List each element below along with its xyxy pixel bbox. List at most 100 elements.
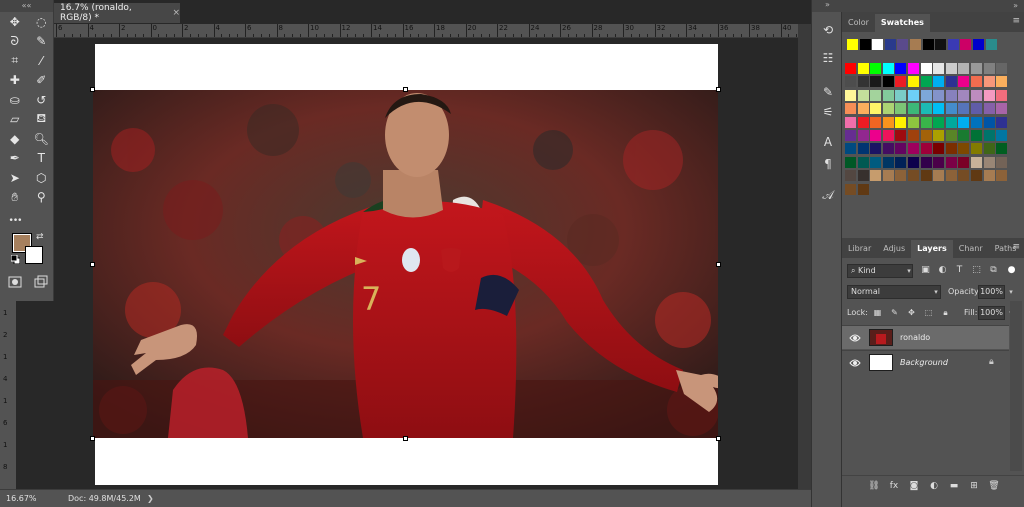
recent-swatch[interactable]: [859, 39, 871, 50]
swatch[interactable]: [996, 63, 1008, 74]
swatch[interactable]: [895, 63, 907, 74]
swatch[interactable]: [971, 89, 982, 101]
recent-swatch[interactable]: [910, 39, 921, 50]
lock-image-icon[interactable]: ✎: [889, 307, 900, 318]
swatch[interactable]: [920, 63, 932, 74]
lock-transparent-icon[interactable]: ▦: [872, 307, 883, 318]
swatch[interactable]: [895, 130, 907, 141]
swatch[interactable]: [996, 143, 1008, 155]
swatch[interactable]: [895, 156, 907, 168]
swatch[interactable]: [933, 63, 945, 74]
paint-bucket-tool-icon[interactable]: ⛾: [30, 110, 54, 129]
transform-handle[interactable]: [90, 87, 95, 92]
swatch[interactable]: [895, 89, 907, 101]
swatch[interactable]: [971, 156, 982, 168]
swatch[interactable]: [958, 76, 970, 88]
link-layers-icon[interactable]: ⛓: [868, 480, 880, 492]
document-tab[interactable]: 16.7% (ronaldo, RGB/8) * ×: [54, 3, 180, 23]
layer-name[interactable]: ronaldo: [900, 333, 930, 342]
adjustments-icon[interactable]: ⚟: [820, 104, 836, 120]
chevron-down-icon[interactable]: ▾: [1006, 285, 1016, 299]
tab-color[interactable]: Color: [842, 14, 875, 32]
swatch[interactable]: [895, 103, 907, 115]
swatch[interactable]: [920, 76, 932, 88]
eye-icon[interactable]: [849, 357, 861, 369]
swatch[interactable]: [857, 103, 869, 115]
swatch[interactable]: [958, 156, 970, 168]
swatch[interactable]: [845, 76, 856, 88]
swatch[interactable]: [870, 89, 882, 101]
swatch[interactable]: [920, 103, 932, 115]
status-menu-arrow-icon[interactable]: ❯: [143, 494, 154, 503]
swatch[interactable]: [882, 89, 894, 101]
lock-all-icon[interactable]: 🔒︎: [940, 307, 951, 318]
blend-mode-select[interactable]: Normal: [847, 285, 941, 299]
marquee-tool-icon[interactable]: ◌: [30, 12, 54, 31]
recent-swatch[interactable]: [897, 39, 909, 50]
ronaldo-image[interactable]: 7: [93, 90, 718, 438]
swatch[interactable]: [845, 183, 856, 195]
swatch[interactable]: [857, 143, 869, 155]
screen-mode-icon[interactable]: [30, 273, 54, 292]
filter-adjustment-icon[interactable]: ◐: [937, 265, 948, 276]
swatch[interactable]: [933, 89, 945, 101]
swatch[interactable]: [933, 76, 945, 88]
swatch[interactable]: [983, 89, 995, 101]
transform-handle[interactable]: [716, 262, 721, 267]
filter-toggle-icon[interactable]: ●: [1006, 265, 1017, 276]
swatch[interactable]: [945, 63, 957, 74]
quick-selection-tool-icon[interactable]: ✎: [30, 32, 54, 51]
layers-scrollbar[interactable]: [1010, 301, 1022, 471]
history-brush-tool-icon[interactable]: ↺: [30, 90, 54, 109]
swatch[interactable]: [908, 116, 919, 128]
swatch[interactable]: [882, 143, 894, 155]
swatch[interactable]: [983, 103, 995, 115]
swatch[interactable]: [870, 143, 882, 155]
shape-tool-icon[interactable]: ⬡: [30, 168, 54, 187]
blur-tool-icon[interactable]: ◆: [3, 129, 27, 148]
swatch[interactable]: [983, 130, 995, 141]
swatch[interactable]: [958, 89, 970, 101]
swatch[interactable]: [857, 89, 869, 101]
swatch[interactable]: [870, 63, 882, 74]
tab-adjustments[interactable]: Adjus: [877, 240, 911, 258]
swatch[interactable]: [908, 89, 919, 101]
swatch[interactable]: [996, 116, 1008, 128]
swatch[interactable]: [958, 116, 970, 128]
recent-swatch[interactable]: [973, 39, 984, 50]
swatch[interactable]: [971, 76, 982, 88]
transform-handle[interactable]: [403, 87, 408, 92]
recent-swatch[interactable]: [960, 39, 972, 50]
swatch[interactable]: [870, 156, 882, 168]
swatch[interactable]: [996, 76, 1008, 88]
recent-swatch[interactable]: [947, 39, 959, 50]
swatch[interactable]: [870, 76, 882, 88]
swatch[interactable]: [983, 156, 995, 168]
character-icon[interactable]: A: [820, 134, 836, 150]
swatch[interactable]: [958, 130, 970, 141]
layer-row-ronaldo[interactable]: ronaldo: [842, 325, 1009, 349]
swatch[interactable]: [983, 143, 995, 155]
swatch[interactable]: [958, 143, 970, 155]
swatch[interactable]: [895, 116, 907, 128]
swatch[interactable]: [996, 156, 1008, 168]
filter-type-icon[interactable]: T: [954, 265, 965, 276]
swatch[interactable]: [870, 130, 882, 141]
clone-stamp-tool-icon[interactable]: ⛀: [3, 90, 27, 109]
delete-layer-icon[interactable]: 🗑︎: [988, 480, 1000, 492]
swatch[interactable]: [882, 156, 894, 168]
swatch[interactable]: [882, 170, 894, 182]
swatch[interactable]: [983, 116, 995, 128]
swatch[interactable]: [971, 130, 982, 141]
swatch[interactable]: [857, 63, 869, 74]
type-tool-icon[interactable]: T: [30, 149, 54, 168]
pen-tool-icon[interactable]: ✒: [3, 149, 27, 168]
swatch[interactable]: [933, 116, 945, 128]
swap-colors-icon[interactable]: ⇄: [36, 232, 44, 242]
swatch[interactable]: [945, 76, 957, 88]
new-layer-icon[interactable]: ⊞: [968, 480, 980, 492]
dock-collapse-button[interactable]: »: [812, 0, 843, 12]
hand-tool-icon[interactable]: ✋︎: [3, 188, 27, 207]
swatch[interactable]: [920, 116, 932, 128]
close-tab-icon[interactable]: ×: [172, 8, 180, 18]
